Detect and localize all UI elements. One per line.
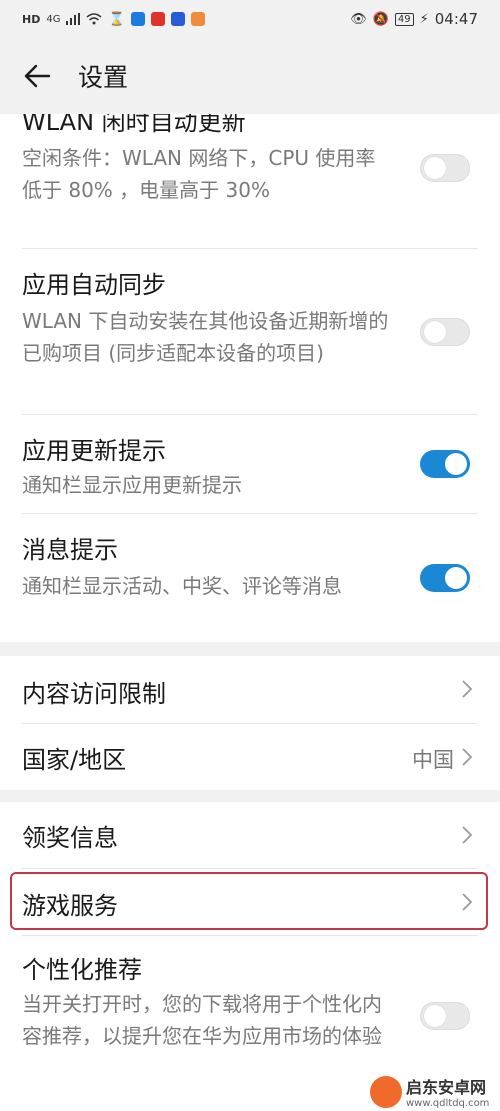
- setting-title: 应用更新提示: [22, 437, 166, 465]
- setting-title: 应用自动同步: [22, 271, 166, 299]
- setting-title: 国家/地区: [22, 746, 127, 774]
- settings-card-toggles: WLAN 闲时自动更新 空闲条件：WLAN 网络下，CPU 使用率低于 80% …: [0, 114, 500, 642]
- leaf-icon: ⚡: [419, 11, 429, 27]
- chevron-right-icon: [462, 748, 473, 766]
- clock-time: 04:47: [434, 10, 478, 28]
- app-icon-alipay: [130, 12, 145, 26]
- app-icon-blue: [170, 12, 185, 26]
- region-value: 中国: [412, 748, 454, 772]
- setting-description: 通知栏显示活动、中奖、评论等消息: [22, 574, 342, 598]
- watermark-logo-icon: [370, 1075, 402, 1108]
- status-bar: HD 4G ⌛ 👁 🔕 49 ⚡ 04:47: [0, 0, 500, 38]
- back-button[interactable]: [22, 59, 56, 93]
- setting-description: WLAN 下自动安装在其他设备近期新增的已购项目 (同步适配本设备的项目): [22, 309, 389, 365]
- chevron-right-icon: [462, 680, 473, 698]
- site-watermark: 启东安卓网 www.qdltdq.com: [370, 1072, 500, 1111]
- mute-bell-icon: 🔕: [372, 11, 389, 27]
- setting-title: WLAN 闲时自动更新: [22, 114, 246, 136]
- app-icon-orange: [190, 12, 205, 26]
- setting-title: 消息提示: [22, 536, 118, 564]
- wifi-icon: [86, 13, 102, 25]
- setting-description: 当开关打开时，您的下载将用于个性化内容推荐，以提升您在华为应用市场的体验: [22, 992, 382, 1048]
- setting-title: 内容访问限制: [22, 680, 166, 708]
- chevron-right-icon: [462, 826, 473, 844]
- app-header: 设置: [0, 38, 500, 114]
- message-notice-toggle[interactable]: [420, 564, 470, 592]
- settings-card-misc: 领奖信息 游戏服务 个性化推荐 当开关打开时，您的下载将用于个性化内容推荐，以提…: [0, 802, 500, 1111]
- app-sync-toggle[interactable]: [420, 318, 470, 346]
- setting-content-access-limit[interactable]: 内容访问限制: [22, 656, 500, 723]
- setting-description: 通知栏显示应用更新提示: [22, 473, 242, 497]
- watermark-name: 启东安卓网: [406, 1078, 487, 1097]
- signal-icon: [66, 13, 81, 25]
- back-arrow-icon: [24, 64, 51, 88]
- personalized-toggle[interactable]: [420, 1002, 470, 1030]
- hd-indicator: HD: [22, 12, 41, 26]
- watermark-url: www.qdltdq.com: [406, 1098, 490, 1109]
- eye-icon: 👁: [350, 11, 367, 27]
- setting-prize-info[interactable]: 领奖信息: [22, 802, 500, 868]
- settings-card-access: 内容访问限制 国家/地区 中国: [0, 656, 500, 790]
- update-notice-toggle[interactable]: [420, 450, 470, 478]
- network-label: 4G: [46, 13, 61, 25]
- hourglass-icon: ⌛: [108, 11, 125, 27]
- wlan-idle-toggle[interactable]: [420, 154, 470, 182]
- battery-level: 49: [394, 12, 414, 26]
- app-icon-red: [150, 12, 165, 26]
- setting-title: 个性化推荐: [22, 956, 142, 984]
- setting-description: 空闲条件：WLAN 网络下，CPU 使用率低于 80% ，电量高于 30%: [22, 146, 376, 202]
- setting-title: 领奖信息: [22, 824, 118, 852]
- highlight-frame: [10, 872, 488, 930]
- page-title: 设置: [78, 63, 129, 92]
